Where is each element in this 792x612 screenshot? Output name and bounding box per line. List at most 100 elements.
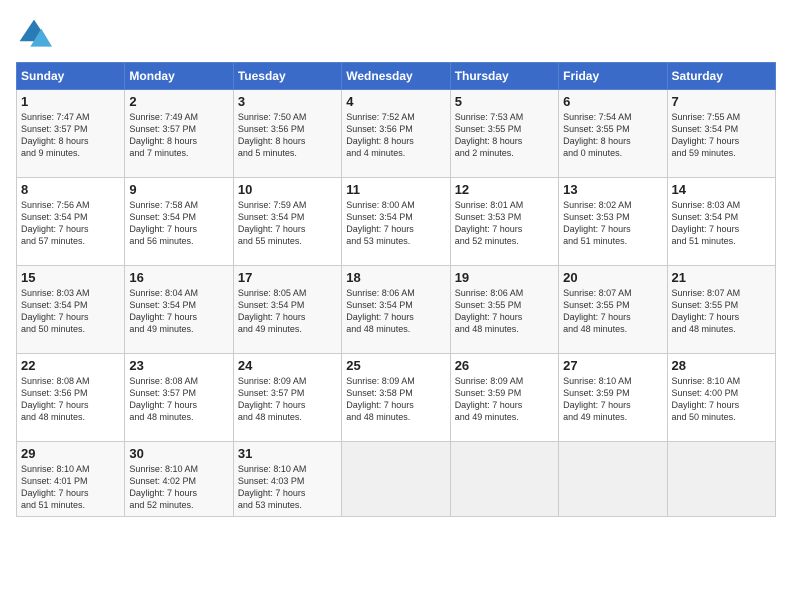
calendar-body: 1Sunrise: 7:47 AM Sunset: 3:57 PM Daylig… xyxy=(17,90,776,517)
calendar-cell: 1Sunrise: 7:47 AM Sunset: 3:57 PM Daylig… xyxy=(17,90,125,178)
calendar-cell: 4 Sunrise: 7:52 AM Sunset: 3:56 PM Daylig… xyxy=(342,90,450,178)
calendar-cell: 17 Sunrise: 8:05 AM Sunset: 3:54 PM Dayli… xyxy=(233,266,341,354)
day-info: Sunrise: 8:03 AM Sunset: 3:54 PM Dayligh… xyxy=(21,287,120,336)
weekday-header: Saturday xyxy=(667,63,775,90)
day-number: 2 xyxy=(129,94,228,109)
weekday-header: Thursday xyxy=(450,63,558,90)
day-number: 3 xyxy=(238,94,337,109)
day-number: 14 xyxy=(672,182,771,197)
calendar-cell: 23Sunrise: 8:08 AM Sunset: 3:57 PM Dayli… xyxy=(125,354,233,442)
calendar-cell: 24Sunrise: 8:09 AM Sunset: 3:57 PM Dayli… xyxy=(233,354,341,442)
day-number: 5 xyxy=(455,94,554,109)
day-info: Sunrise: 8:00 AM Sunset: 3:54 PM Dayligh… xyxy=(346,199,445,248)
calendar-week-row: 8 Sunrise: 7:56 AM Sunset: 3:54 PM Daylig… xyxy=(17,178,776,266)
calendar-cell: 14 Sunrise: 8:03 AM Sunset: 3:54 PM Dayli… xyxy=(667,178,775,266)
weekday-header: Wednesday xyxy=(342,63,450,90)
day-number: 8 xyxy=(21,182,120,197)
day-info: Sunrise: 7:56 AM Sunset: 3:54 PM Dayligh… xyxy=(21,199,120,248)
calendar-cell: 5Sunrise: 7:53 AM Sunset: 3:55 PM Daylig… xyxy=(450,90,558,178)
calendar-cell xyxy=(450,442,558,517)
day-info: Sunrise: 8:05 AM Sunset: 3:54 PM Dayligh… xyxy=(238,287,337,336)
day-info: Sunrise: 8:08 AM Sunset: 3:56 PM Dayligh… xyxy=(21,375,120,424)
day-info: Sunrise: 8:03 AM Sunset: 3:54 PM Dayligh… xyxy=(672,199,771,248)
day-number: 9 xyxy=(129,182,228,197)
day-info: Sunrise: 8:10 AM Sunset: 3:59 PM Dayligh… xyxy=(563,375,662,424)
calendar-cell: 6Sunrise: 7:54 AM Sunset: 3:55 PM Daylig… xyxy=(559,90,667,178)
calendar-week-row: 22 Sunrise: 8:08 AM Sunset: 3:56 PM Dayli… xyxy=(17,354,776,442)
calendar-week-row: 15 Sunrise: 8:03 AM Sunset: 3:54 PM Dayli… xyxy=(17,266,776,354)
weekday-header: Tuesday xyxy=(233,63,341,90)
calendar-cell: 3 Sunrise: 7:50 AM Sunset: 3:56 PM Daylig… xyxy=(233,90,341,178)
day-number: 24 xyxy=(238,358,337,373)
day-info: Sunrise: 8:04 AM Sunset: 3:54 PM Dayligh… xyxy=(129,287,228,336)
day-info: Sunrise: 8:06 AM Sunset: 3:55 PM Dayligh… xyxy=(455,287,554,336)
calendar-cell xyxy=(342,442,450,517)
calendar-cell: 21 Sunrise: 8:07 AM Sunset: 3:55 PM Dayli… xyxy=(667,266,775,354)
calendar-week-row: 29 Sunrise: 8:10 AM Sunset: 4:01 PM Dayli… xyxy=(17,442,776,517)
calendar-cell: 8 Sunrise: 7:56 AM Sunset: 3:54 PM Daylig… xyxy=(17,178,125,266)
day-number: 21 xyxy=(672,270,771,285)
calendar-cell: 31 Sunrise: 8:10 AM Sunset: 4:03 PM Dayli… xyxy=(233,442,341,517)
day-info: Sunrise: 7:54 AM Sunset: 3:55 PM Dayligh… xyxy=(563,111,662,160)
calendar-week-row: 1Sunrise: 7:47 AM Sunset: 3:57 PM Daylig… xyxy=(17,90,776,178)
calendar-header: SundayMondayTuesdayWednesdayThursdayFrid… xyxy=(17,63,776,90)
day-info: Sunrise: 8:01 AM Sunset: 3:53 PM Dayligh… xyxy=(455,199,554,248)
day-number: 28 xyxy=(672,358,771,373)
day-number: 18 xyxy=(346,270,445,285)
day-info: Sunrise: 7:49 AM Sunset: 3:57 PM Dayligh… xyxy=(129,111,228,160)
day-info: Sunrise: 7:59 AM Sunset: 3:54 PM Dayligh… xyxy=(238,199,337,248)
header xyxy=(16,16,776,52)
calendar-cell: 29 Sunrise: 8:10 AM Sunset: 4:01 PM Dayli… xyxy=(17,442,125,517)
logo-icon xyxy=(16,16,52,52)
day-info: Sunrise: 8:07 AM Sunset: 3:55 PM Dayligh… xyxy=(563,287,662,336)
day-number: 12 xyxy=(455,182,554,197)
calendar-cell: 25 Sunrise: 8:09 AM Sunset: 3:58 PM Dayli… xyxy=(342,354,450,442)
day-number: 13 xyxy=(563,182,662,197)
weekday-header: Friday xyxy=(559,63,667,90)
calendar-cell: 30 Sunrise: 8:10 AM Sunset: 4:02 PM Dayli… xyxy=(125,442,233,517)
day-info: Sunrise: 8:06 AM Sunset: 3:54 PM Dayligh… xyxy=(346,287,445,336)
calendar-cell: 19Sunrise: 8:06 AM Sunset: 3:55 PM Dayli… xyxy=(450,266,558,354)
calendar-cell: 9Sunrise: 7:58 AM Sunset: 3:54 PM Daylig… xyxy=(125,178,233,266)
day-info: Sunrise: 8:02 AM Sunset: 3:53 PM Dayligh… xyxy=(563,199,662,248)
day-number: 4 xyxy=(346,94,445,109)
day-info: Sunrise: 8:08 AM Sunset: 3:57 PM Dayligh… xyxy=(129,375,228,424)
day-info: Sunrise: 8:10 AM Sunset: 4:01 PM Dayligh… xyxy=(21,463,120,512)
calendar-table: SundayMondayTuesdayWednesdayThursdayFrid… xyxy=(16,62,776,517)
day-number: 22 xyxy=(21,358,120,373)
logo xyxy=(16,16,56,52)
day-info: Sunrise: 7:47 AM Sunset: 3:57 PM Dayligh… xyxy=(21,111,120,160)
weekday-header: Monday xyxy=(125,63,233,90)
calendar-cell: 11 Sunrise: 8:00 AM Sunset: 3:54 PM Dayli… xyxy=(342,178,450,266)
calendar-cell xyxy=(667,442,775,517)
calendar-cell xyxy=(559,442,667,517)
day-number: 11 xyxy=(346,182,445,197)
day-number: 29 xyxy=(21,446,120,461)
day-number: 17 xyxy=(238,270,337,285)
day-info: Sunrise: 8:09 AM Sunset: 3:59 PM Dayligh… xyxy=(455,375,554,424)
day-number: 26 xyxy=(455,358,554,373)
day-number: 7 xyxy=(672,94,771,109)
calendar-cell: 27 Sunrise: 8:10 AM Sunset: 3:59 PM Dayli… xyxy=(559,354,667,442)
day-info: Sunrise: 8:10 AM Sunset: 4:02 PM Dayligh… xyxy=(129,463,228,512)
calendar-cell: 2 Sunrise: 7:49 AM Sunset: 3:57 PM Daylig… xyxy=(125,90,233,178)
day-number: 25 xyxy=(346,358,445,373)
calendar-cell: 26 Sunrise: 8:09 AM Sunset: 3:59 PM Dayli… xyxy=(450,354,558,442)
day-number: 15 xyxy=(21,270,120,285)
calendar-cell: 22 Sunrise: 8:08 AM Sunset: 3:56 PM Dayli… xyxy=(17,354,125,442)
day-info: Sunrise: 7:55 AM Sunset: 3:54 PM Dayligh… xyxy=(672,111,771,160)
day-info: Sunrise: 7:52 AM Sunset: 3:56 PM Dayligh… xyxy=(346,111,445,160)
day-info: Sunrise: 8:10 AM Sunset: 4:00 PM Dayligh… xyxy=(672,375,771,424)
day-number: 27 xyxy=(563,358,662,373)
calendar-cell: 28 Sunrise: 8:10 AM Sunset: 4:00 PM Dayli… xyxy=(667,354,775,442)
day-info: Sunrise: 8:07 AM Sunset: 3:55 PM Dayligh… xyxy=(672,287,771,336)
calendar-cell: 13 Sunrise: 8:02 AM Sunset: 3:53 PM Dayli… xyxy=(559,178,667,266)
day-number: 31 xyxy=(238,446,337,461)
day-info: Sunrise: 8:10 AM Sunset: 4:03 PM Dayligh… xyxy=(238,463,337,512)
day-info: Sunrise: 7:50 AM Sunset: 3:56 PM Dayligh… xyxy=(238,111,337,160)
calendar-cell: 20Sunrise: 8:07 AM Sunset: 3:55 PM Dayli… xyxy=(559,266,667,354)
day-number: 30 xyxy=(129,446,228,461)
day-info: Sunrise: 8:09 AM Sunset: 3:58 PM Dayligh… xyxy=(346,375,445,424)
calendar-cell: 18 Sunrise: 8:06 AM Sunset: 3:54 PM Dayli… xyxy=(342,266,450,354)
calendar-cell: 12 Sunrise: 8:01 AM Sunset: 3:53 PM Dayli… xyxy=(450,178,558,266)
